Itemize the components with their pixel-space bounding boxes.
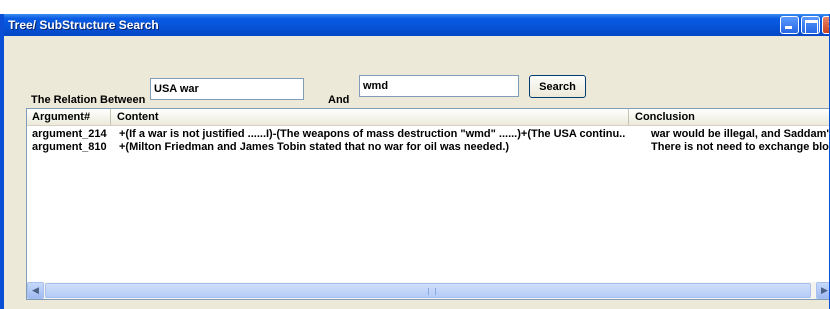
and-label: And — [328, 94, 350, 106]
results-list[interactable]: Argument# Content Conclusion argument_21… — [26, 108, 830, 300]
conclusion-cell: war would be illegal, and Saddam's ... — [651, 128, 830, 140]
close-icon[interactable] — [822, 16, 829, 34]
argument-cell: argument_810 — [32, 141, 107, 153]
term1-input[interactable] — [150, 78, 304, 100]
title-bar[interactable]: Tree/ SubStructure Search — [4, 14, 829, 36]
content-cell: +(Milton Friedman and James Tobin stated… — [119, 141, 510, 153]
content-cell: +(If a war is not justified ......I)-(Th… — [119, 128, 626, 140]
horizontal-scrollbar[interactable]: ◀ ▶ — [27, 282, 829, 299]
search-button[interactable]: Search — [529, 75, 586, 98]
maximize-icon[interactable] — [801, 16, 820, 34]
scrollbar-thumb[interactable] — [45, 283, 811, 298]
search-window: Tree/ SubStructure Search The Relation B… — [0, 14, 830, 309]
chevron-right-icon[interactable]: ▶ — [816, 282, 829, 299]
grip-icon — [428, 288, 436, 295]
list-header: Argument# Content Conclusion — [27, 109, 829, 126]
minimize-icon[interactable] — [780, 16, 799, 34]
argument-cell: argument_214 — [32, 128, 107, 140]
chevron-left-icon[interactable]: ◀ — [27, 282, 44, 299]
table-row[interactable]: argument_214 +(If a war is not justified… — [27, 128, 830, 141]
relation-label: The Relation Between — [31, 94, 146, 106]
column-header-argument[interactable]: Argument# — [27, 109, 111, 126]
term2-input[interactable] — [359, 75, 519, 97]
column-header-content[interactable]: Content — [112, 109, 629, 126]
column-header-conclusion[interactable]: Conclusion — [630, 109, 829, 126]
table-row[interactable]: argument_810 +(Milton Friedman and James… — [27, 141, 830, 154]
window-title: Tree/ SubStructure Search — [8, 18, 159, 32]
conclusion-cell: There is not need to exchange blood — [651, 141, 830, 153]
